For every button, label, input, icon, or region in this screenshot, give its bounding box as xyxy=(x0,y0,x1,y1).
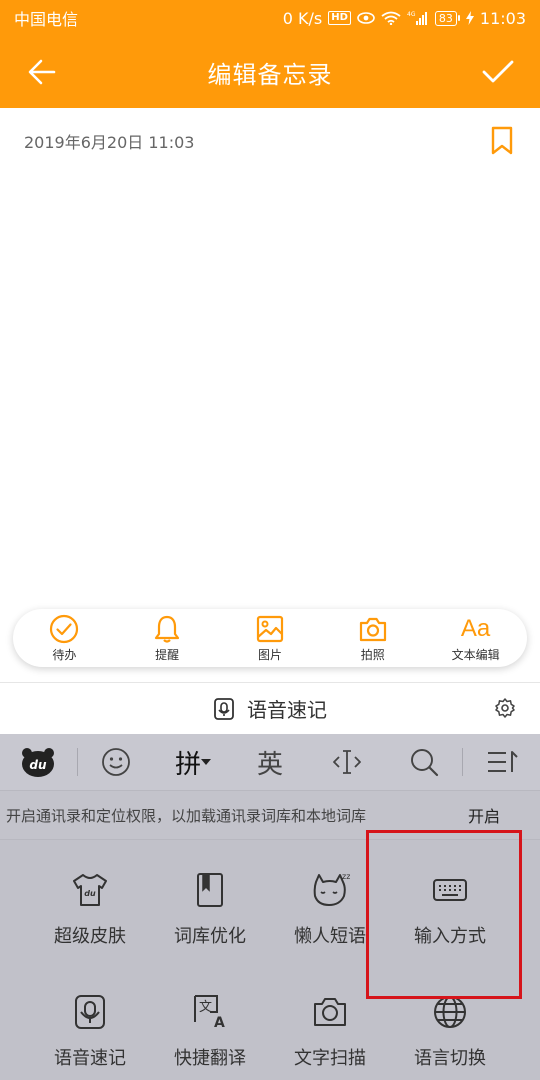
arrow-left-icon xyxy=(28,59,56,85)
check-circle-icon xyxy=(50,614,79,644)
dictionary-optimize-label: 词库优化 xyxy=(174,926,246,947)
image-label: 图片 xyxy=(257,648,282,662)
svg-text:4G: 4G xyxy=(407,11,416,18)
camera-icon xyxy=(359,617,386,642)
du-logo-button[interactable]: du xyxy=(0,734,77,790)
highlight-box xyxy=(366,830,522,999)
super-skin-button[interactable]: du 超级皮肤 xyxy=(30,870,150,948)
eye-comfort-icon xyxy=(357,12,375,24)
svg-text:zz: zz xyxy=(342,872,350,881)
voice-note-icon xyxy=(214,697,234,720)
permission-text: 开启通讯录和定位权限，以加载通讯录词库和本地词库 xyxy=(6,806,367,825)
super-skin-label: 超级皮肤 xyxy=(54,926,126,947)
voice-note-icon xyxy=(75,995,105,1029)
voice-note-label: 语音速记 xyxy=(247,698,327,722)
carrier-name: 中国电信 xyxy=(14,10,79,29)
du-logo-icon: du xyxy=(22,748,55,777)
note-date: 2019年6月20日 11:03 xyxy=(24,133,195,152)
text-edit-label: 文本编辑 xyxy=(451,648,500,662)
enable-permission-button[interactable]: 开启 xyxy=(468,803,500,827)
gear-icon[interactable] xyxy=(494,697,516,719)
menu-icon xyxy=(487,751,518,772)
signal-icon: 4G xyxy=(407,11,427,25)
quick-translate-button[interactable]: 文A 快捷翻译 xyxy=(150,992,270,1070)
bookmark-icon[interactable] xyxy=(490,126,514,156)
page-title: 编辑备忘录 xyxy=(207,60,333,89)
todo-button[interactable]: 待办 xyxy=(19,613,109,663)
confirm-button[interactable] xyxy=(478,52,518,92)
voice-memo-tool-button[interactable]: 语音速记 xyxy=(30,992,150,1070)
todo-label: 待办 xyxy=(52,648,77,662)
language-switch-label: 语言切换 xyxy=(414,1048,486,1069)
quick-translate-label: 快捷翻译 xyxy=(174,1048,246,1069)
language-switch-button[interactable]: 语言切换 xyxy=(390,992,510,1070)
english-mode-button[interactable]: 英 xyxy=(232,734,309,790)
sleeping-cat-icon: zz xyxy=(313,872,350,906)
emoji-icon xyxy=(102,748,131,776)
lazy-phrases-label: 懒人短语 xyxy=(294,926,366,947)
search-icon xyxy=(410,749,438,777)
image-button[interactable]: 图片 xyxy=(225,613,315,663)
wifi-icon xyxy=(381,11,401,25)
dictionary-optimize-button[interactable]: 词库优化 xyxy=(150,870,270,948)
text-format-icon: Aa xyxy=(460,615,491,642)
text-scan-label: 文字扫描 xyxy=(294,1048,366,1069)
status-bar: 中国电信 0 K/s HD 4G 83 11:03 xyxy=(0,0,540,36)
book-icon xyxy=(197,873,223,907)
voice-note-bar: 语音速记 xyxy=(0,682,540,734)
pinyin-label: 拼 xyxy=(175,749,202,780)
image-icon xyxy=(256,615,284,643)
clock: 11:03 xyxy=(479,8,526,28)
reminder-button[interactable]: 提醒 xyxy=(122,613,212,663)
svg-text:A: A xyxy=(214,1015,225,1031)
keyboard-toolbar: du 拼 英 xyxy=(0,734,540,790)
voice-memo-tool-label: 语音速记 xyxy=(54,1048,126,1069)
network-speed: 0 K/s xyxy=(282,8,323,28)
search-button[interactable] xyxy=(385,734,462,790)
note-toolbar: 待办 提醒 图片 拍照 Aa 文本编辑 xyxy=(13,609,527,667)
text-scan-button[interactable]: 文字扫描 xyxy=(270,992,390,1070)
english-label: 英 xyxy=(257,749,284,780)
reminder-label: 提醒 xyxy=(155,648,180,662)
charging-icon xyxy=(465,11,474,25)
cursor-button[interactable] xyxy=(308,734,385,790)
bell-icon xyxy=(155,615,180,643)
note-meta: 2019年6月20日 11:03 xyxy=(24,126,514,156)
menu-button[interactable] xyxy=(463,734,540,790)
photo-button[interactable]: 拍照 xyxy=(328,613,418,663)
note-editor[interactable] xyxy=(0,170,540,600)
battery-icon: 83 xyxy=(434,10,460,26)
back-button[interactable] xyxy=(22,52,62,92)
camera-icon xyxy=(314,998,346,1026)
emoji-button[interactable] xyxy=(78,734,155,790)
voice-note-button[interactable]: 语音速记 xyxy=(213,694,327,723)
svg-text:du: du xyxy=(84,889,96,898)
chevron-down-icon xyxy=(201,759,212,765)
photo-label: 拍照 xyxy=(360,648,385,662)
app-bar: 编辑备忘录 xyxy=(0,36,540,108)
svg-text:du: du xyxy=(30,758,48,772)
hd-icon: HD xyxy=(328,11,351,25)
pinyin-mode-button[interactable]: 拼 xyxy=(155,734,232,790)
svg-text:文: 文 xyxy=(199,1000,212,1015)
check-icon xyxy=(482,60,514,83)
cursor-icon xyxy=(332,750,361,774)
translate-icon: 文A xyxy=(194,995,225,1031)
text-edit-button[interactable]: Aa 文本编辑 xyxy=(431,613,521,663)
tshirt-icon: du xyxy=(73,874,107,906)
